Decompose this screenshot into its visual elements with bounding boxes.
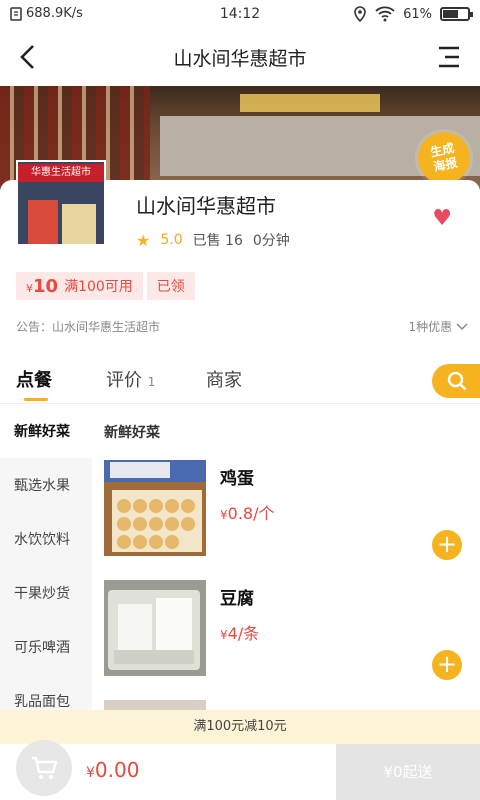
store-name: 山水间华惠超市 bbox=[136, 194, 276, 218]
coupon-currency: ¥ bbox=[26, 281, 33, 295]
product-price-value: 4/条 bbox=[227, 624, 260, 643]
eggs-image bbox=[104, 460, 206, 556]
banner-light bbox=[240, 94, 380, 112]
store-sold: 已售 16 bbox=[192, 233, 243, 249]
category-item[interactable]: 乳品面包 bbox=[0, 674, 92, 710]
delivery-time: 0分钟 bbox=[252, 233, 290, 249]
product-item[interactable]: 鸡蛋 ¥0.8/个 + bbox=[104, 460, 472, 560]
category-list: 新鲜好菜 甄选水果 水饮饮料 干果炒货 可乐啤酒 乳品面包 bbox=[0, 404, 92, 710]
store-thumbnail-sign: 华惠生活超市 bbox=[18, 164, 104, 182]
tab-merchant[interactable]: 商家 bbox=[206, 366, 242, 392]
add-to-cart-button[interactable]: + bbox=[432, 650, 462, 680]
product-item[interactable]: 豆腐 ¥4/条 + bbox=[104, 580, 472, 680]
star-icon: ★ bbox=[136, 230, 151, 250]
store-info-card: 华惠生活超市 山水间华惠超市 ♥ ★ 5.0 已售 16 0分钟 ¥10 满10… bbox=[0, 160, 480, 350]
category-item[interactable]: 甄选水果 bbox=[0, 458, 92, 512]
search-button[interactable] bbox=[432, 364, 480, 398]
product-item[interactable] bbox=[104, 700, 472, 710]
tab-underline bbox=[24, 398, 48, 401]
bottom-bar: ¥0.00 ¥0起送 bbox=[0, 740, 480, 800]
tab-reviews[interactable]: 评价 1 bbox=[106, 366, 155, 392]
product-name: 鸡蛋 bbox=[220, 469, 254, 489]
product-image-tofu bbox=[104, 580, 206, 676]
store-rating: 5.0 bbox=[160, 232, 183, 248]
coupon-amount: 10 bbox=[33, 275, 59, 297]
battery-percent: 61% bbox=[403, 6, 432, 22]
battery-icon bbox=[440, 7, 473, 21]
coupon-condition: 满100可用 bbox=[64, 279, 133, 295]
add-to-cart-button[interactable]: + bbox=[432, 530, 462, 560]
product-currency: ¥ bbox=[220, 628, 228, 642]
status-bar: 688.9K/s 14:12 61% bbox=[0, 0, 480, 30]
favorite-heart-icon[interactable]: ♥ bbox=[432, 206, 452, 231]
product-image-partial bbox=[104, 700, 206, 710]
promo-strip: 满100元减10元 bbox=[0, 710, 480, 744]
location-icon bbox=[354, 6, 366, 22]
category-item[interactable]: 干果炒货 bbox=[0, 566, 92, 620]
store-notice: 公告：山水间华惠生活超市 bbox=[16, 320, 161, 334]
page-title: 山水间华惠超市 bbox=[173, 48, 307, 70]
product-price: ¥0.8/个 bbox=[220, 500, 274, 524]
product-price: ¥4/条 bbox=[220, 620, 259, 644]
coupon-status: 已领 bbox=[146, 272, 195, 300]
promo-count-label: 1种优惠 bbox=[408, 320, 453, 334]
category-item[interactable]: 可乐啤酒 bbox=[0, 620, 92, 674]
promo-count[interactable]: 1种优惠 bbox=[409, 318, 468, 335]
store-thumbnail-door bbox=[28, 200, 58, 244]
cart-icon bbox=[32, 756, 58, 779]
search-icon bbox=[447, 371, 467, 391]
store-thumbnail-window bbox=[62, 204, 96, 244]
tofu-image bbox=[104, 580, 206, 676]
store-thumbnail: 华惠生活超市 bbox=[16, 160, 106, 246]
chevron-down-icon bbox=[456, 323, 468, 331]
checkout-button[interactable]: ¥0起送 bbox=[336, 744, 480, 800]
product-image-eggs bbox=[104, 460, 206, 556]
coupon[interactable]: ¥10 满100可用 已领 bbox=[16, 272, 195, 300]
tab-label: 商家 bbox=[206, 370, 242, 391]
tab-order[interactable]: 点餐 bbox=[16, 366, 52, 392]
coupon-value: ¥10 满100可用 bbox=[16, 272, 143, 300]
store-tabs: 点餐 评价 1 商家 bbox=[0, 350, 480, 404]
total-amount: 0.00 bbox=[94, 758, 140, 782]
nav-bar: 山水间华惠超市 bbox=[0, 30, 480, 86]
tab-label: 点餐 bbox=[16, 370, 52, 391]
tab-label: 评价 bbox=[106, 370, 142, 391]
product-list: 新鲜好菜 鸡蛋 ¥0.8/个 + 豆腐 ¥4/条 + bbox=[92, 404, 480, 710]
tab-count: 1 bbox=[147, 375, 156, 389]
store-meta: ★ 5.0 已售 16 0分钟 bbox=[136, 230, 290, 250]
product-price-value: 0.8/个 bbox=[227, 504, 275, 523]
category-item[interactable]: 新鲜好菜 bbox=[0, 404, 92, 458]
cart-total: ¥0.00 bbox=[86, 758, 139, 782]
status-right: 61% bbox=[353, 6, 473, 22]
category-item[interactable]: 水饮饮料 bbox=[0, 512, 92, 566]
cart-button[interactable] bbox=[16, 740, 72, 796]
section-title: 新鲜好菜 bbox=[104, 425, 160, 441]
product-name: 豆腐 bbox=[220, 589, 254, 609]
total-currency: ¥ bbox=[86, 765, 95, 781]
menu-icon[interactable] bbox=[436, 44, 462, 70]
wifi-icon bbox=[375, 6, 395, 22]
product-currency: ¥ bbox=[220, 508, 228, 522]
